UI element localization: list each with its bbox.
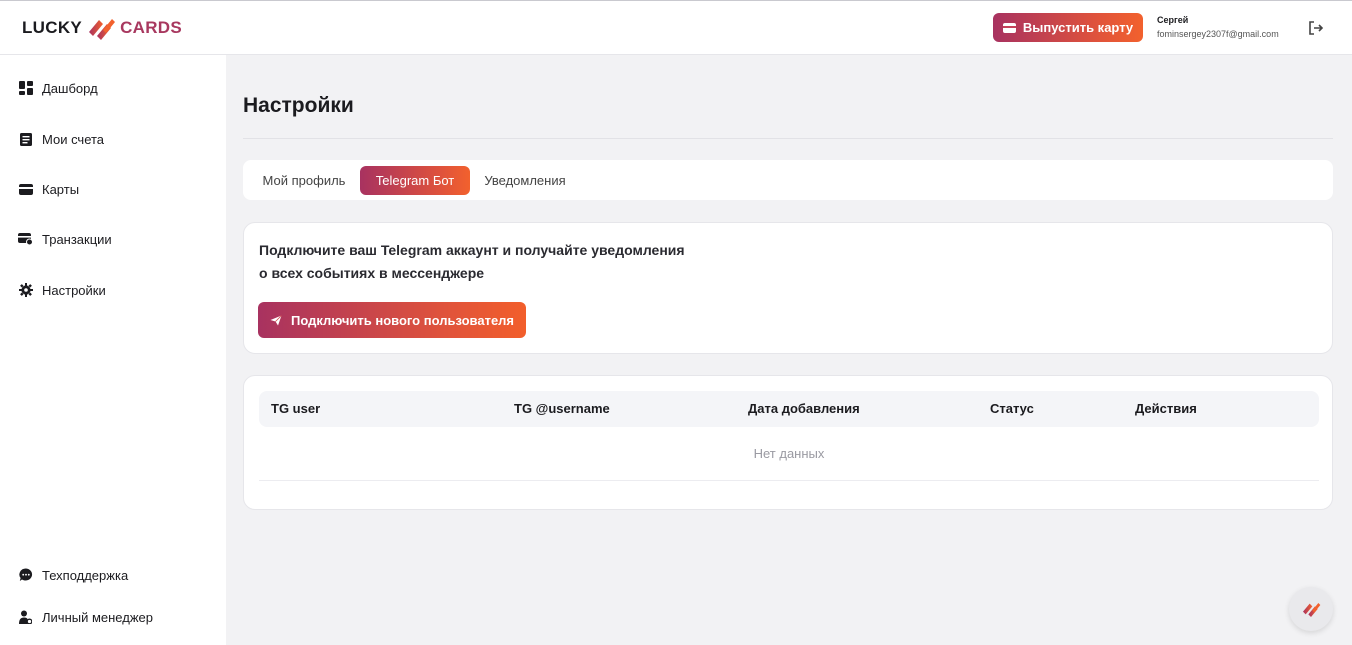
page-title: Настройки <box>243 94 354 117</box>
column-header-status[interactable]: Статус <box>990 401 1034 416</box>
logo-mark-icon <box>1303 603 1321 617</box>
logo-text-lucky: LUCKY <box>22 18 83 37</box>
table-header: TG user TG @username Дата добавления Ста… <box>259 391 1319 427</box>
connect-new-user-label: Подключить нового пользователя <box>290 312 515 328</box>
chat-icon <box>18 568 33 583</box>
dashboard-icon <box>18 81 33 96</box>
logo-text-cards: CARDS <box>120 18 183 37</box>
sidebar-item-label: Дашборд <box>42 80 98 96</box>
column-header-tg-user[interactable]: TG user <box>271 401 320 416</box>
card-icon <box>1002 22 1016 33</box>
tab-telegram-bot[interactable]: Telegram Бот <box>360 166 470 195</box>
top-header: LUCKY CARDS Выпустить карту Сергей fomin… <box>0 0 1352 55</box>
sidebar-item-label: Мои счета <box>42 131 105 147</box>
connect-description: Подключите ваш Telegram аккаунт и получа… <box>259 239 685 285</box>
sidebar-item-support[interactable]: Техподдержка <box>18 564 128 586</box>
telegram-connect-card: Подключите ваш Telegram аккаунт и получа… <box>243 222 1333 354</box>
card-icon <box>18 182 33 197</box>
sidebar-item-label: Техподдержка <box>42 567 129 583</box>
connect-new-user-button[interactable]: Подключить нового пользователя <box>258 302 526 338</box>
column-header-actions: Действия <box>1135 401 1197 416</box>
sidebar-item-label: Настройки <box>42 282 106 298</box>
table-empty-state: Нет данных <box>259 427 1319 481</box>
logout-icon[interactable] <box>1306 18 1326 38</box>
connect-description-line2: о всех событиях в мессенджере <box>259 265 485 281</box>
issue-card-label: Выпустить карту <box>1022 20 1134 35</box>
sidebar-item-label: Транзакции <box>42 231 112 247</box>
sidebar-item-settings[interactable]: Настройки <box>18 279 106 301</box>
transactions-icon <box>18 232 33 247</box>
sidebar-item-cards[interactable]: Карты <box>18 178 79 200</box>
title-divider <box>243 138 1333 139</box>
telegram-send-icon <box>270 314 282 325</box>
user-info[interactable]: Сергей fominsergey2307f@gmail.com <box>1157 15 1279 39</box>
brand-logo[interactable]: LUCKY CARDS <box>22 14 182 42</box>
sidebar: Дашборд Мои счета Карты Транзакции Настр… <box>0 55 226 645</box>
accounts-icon <box>18 132 33 147</box>
column-header-tg-username[interactable]: TG @username <box>514 401 610 416</box>
column-header-date-added[interactable]: Дата добавления <box>748 401 860 416</box>
sidebar-item-dashboard[interactable]: Дашборд <box>18 77 98 99</box>
sidebar-item-manager[interactable]: Личный менеджер <box>18 606 153 628</box>
issue-card-button[interactable]: Выпустить карту <box>993 13 1143 42</box>
tab-notifications[interactable]: Уведомления <box>474 166 576 195</box>
manager-icon <box>18 610 33 625</box>
gear-icon <box>18 283 33 298</box>
telegram-users-table: TG user TG @username Дата добавления Ста… <box>243 375 1333 510</box>
tab-my-profile[interactable]: Мой профиль <box>253 166 355 195</box>
sidebar-item-label: Карты <box>42 181 80 197</box>
sidebar-item-accounts[interactable]: Мои счета <box>18 128 104 150</box>
logo-mark-icon <box>89 19 116 40</box>
support-chat-button[interactable] <box>1289 587 1333 631</box>
sidebar-item-label: Личный менеджер <box>42 609 153 625</box>
settings-tabs: Мой профиль Telegram Бот Уведомления <box>243 160 1333 200</box>
sidebar-item-transactions[interactable]: Транзакции <box>18 228 112 250</box>
user-name: Сергей <box>1157 15 1189 25</box>
connect-description-line1: Подключите ваш Telegram аккаунт и получа… <box>259 242 685 258</box>
user-email: fominsergey2307f@gmail.com <box>1157 29 1279 39</box>
